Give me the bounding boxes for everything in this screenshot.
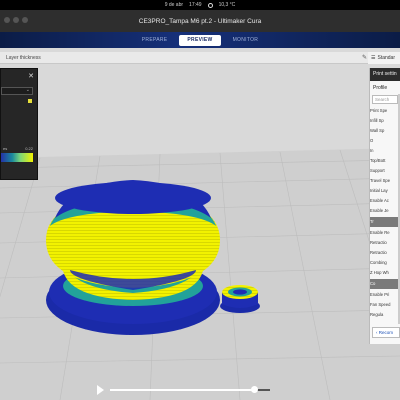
settings-search-input[interactable]: Search [372, 95, 398, 104]
setting-item[interactable]: Combing [370, 258, 400, 268]
setting-item[interactable]: Regula [370, 310, 400, 320]
layer-view-panel: ✕ ⌄ es 0.22 [0, 68, 38, 180]
recommended-button[interactable]: ‹ Recom [372, 327, 400, 338]
tab-prepare[interactable]: PREPARE [134, 35, 176, 46]
minimize-window-icon[interactable] [13, 17, 19, 23]
legend-swatch [28, 99, 32, 103]
setting-item[interactable]: Travel Spe [370, 176, 400, 186]
close-icon[interactable]: ✕ [28, 72, 34, 80]
video-progress-knob[interactable] [251, 386, 258, 393]
print-settings-toggle[interactable]: ☰ Standar [368, 52, 400, 64]
setting-item[interactable]: Support [370, 166, 400, 176]
settings-category[interactable]: Tr [370, 217, 400, 227]
window-title: CE3PRO_Tampa M6 pt.2 - Ultimaker Cura [138, 17, 262, 25]
edit-icon[interactable]: ✎ [362, 54, 367, 61]
sliced-model[interactable] [0, 48, 400, 400]
setting-item[interactable]: Wall Sp [370, 126, 400, 136]
video-progress-fill [110, 389, 254, 391]
setting-item[interactable]: Retractio [370, 238, 400, 248]
tab-preview[interactable]: PREVIEW [179, 34, 221, 46]
print-settings-panel: Print settin Profile Search Print Spe Inf… [369, 68, 400, 344]
color-scheme-select[interactable]: ⌄ [1, 87, 33, 95]
gradient-label: es [3, 146, 8, 151]
setting-item[interactable]: Enable Re [370, 228, 400, 238]
setting-item[interactable]: Fan Speed [370, 300, 400, 310]
color-scheme-label: Layer thickness [6, 54, 41, 61]
setting-item[interactable]: Print Spe [370, 106, 400, 116]
setting-item[interactable]: Infill Sp [370, 116, 400, 126]
setting-item[interactable]: In [370, 146, 400, 156]
stage-menu: PREPARE PREVIEW MONITOR [0, 32, 400, 48]
setting-item[interactable]: O [370, 136, 400, 146]
settings-category[interactable]: Co [370, 279, 400, 289]
setting-item[interactable]: Top/Bott [370, 156, 400, 166]
date-label: 9 de abr [164, 2, 184, 8]
setting-item[interactable]: Z Hop Wh [370, 268, 400, 278]
setting-item[interactable]: Enable Ac [370, 196, 400, 206]
setting-item[interactable]: Retractio [370, 248, 400, 258]
window-controls[interactable] [4, 17, 28, 23]
settings-icon: ☰ [371, 55, 376, 61]
video-controls [0, 380, 400, 400]
recommended-label: Recom [378, 330, 394, 335]
gradient-max-value: 0.22 [25, 146, 33, 151]
view-toolbar: Layer thickness ✎ [0, 52, 375, 64]
zoom-window-icon[interactable] [22, 17, 28, 23]
close-window-icon[interactable] [4, 17, 10, 23]
layer-thickness-gradient [1, 153, 33, 162]
3d-viewport[interactable] [0, 48, 400, 400]
chevron-down-icon: ⌄ [25, 87, 30, 93]
video-progress-track[interactable] [110, 386, 270, 393]
macos-menubar: 9 de abr 17:49 10,3 °C [0, 0, 400, 10]
panel-header: Print settin [370, 68, 400, 81]
profile-summary: Standar [377, 55, 395, 61]
weather-label: 10,3 °C [218, 2, 236, 8]
tab-monitor[interactable]: MONITOR [225, 35, 267, 46]
time-label: 17:49 [189, 2, 202, 8]
setting-item[interactable]: Enable Je [370, 206, 400, 216]
play-icon[interactable] [97, 385, 104, 395]
sun-icon [207, 2, 213, 8]
setting-item[interactable]: Enable Pri [370, 290, 400, 300]
settings-list: Print Spe Infill Sp Wall Sp O In Top/Bott Supp… [370, 106, 400, 320]
profile-label: Profile [373, 85, 388, 91]
setting-item[interactable]: Initial Lay [370, 186, 400, 196]
window-titlebar: CE3PRO_Tampa M6 pt.2 - Ultimaker Cura [0, 10, 400, 32]
